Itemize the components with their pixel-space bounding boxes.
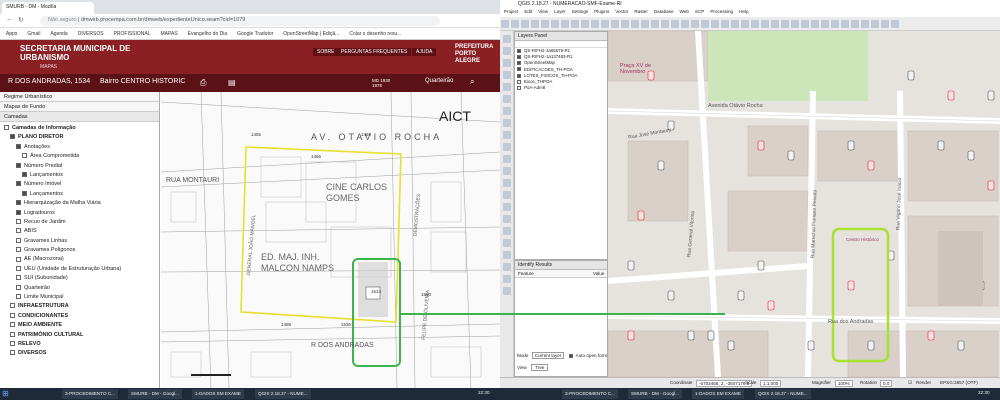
windows-start-icon[interactable]: ⊞	[2, 389, 10, 399]
clock: 22:30	[978, 390, 990, 395]
taskbar-item[interactable]: 1-DADOS EM EXAME	[192, 389, 244, 399]
connector-overlay	[400, 313, 725, 315]
taskbar-item[interactable]: QGIS 2.18.27 - NUME...	[255, 389, 311, 399]
clock: 22:30	[478, 390, 490, 395]
taskbar-item[interactable]: SMURB - DM - Googl...	[128, 389, 182, 399]
taskbar: ⊞ 3-PROCEDIMENTO C... SMURB - DM - Googl…	[0, 388, 1000, 400]
taskbar-item[interactable]: 3-PROCEDIMENTO C...	[62, 389, 118, 399]
taskbar-item[interactable]: 3-PROCEDIMENTO C...	[562, 389, 618, 399]
taskbar-item[interactable]: 1-DADOS EM EXAME	[692, 389, 744, 399]
taskbar-item[interactable]: QGIS 2.18.27 - NUME...	[755, 389, 811, 399]
taskbar-item[interactable]: SMURB - DM - Googl...	[628, 389, 682, 399]
